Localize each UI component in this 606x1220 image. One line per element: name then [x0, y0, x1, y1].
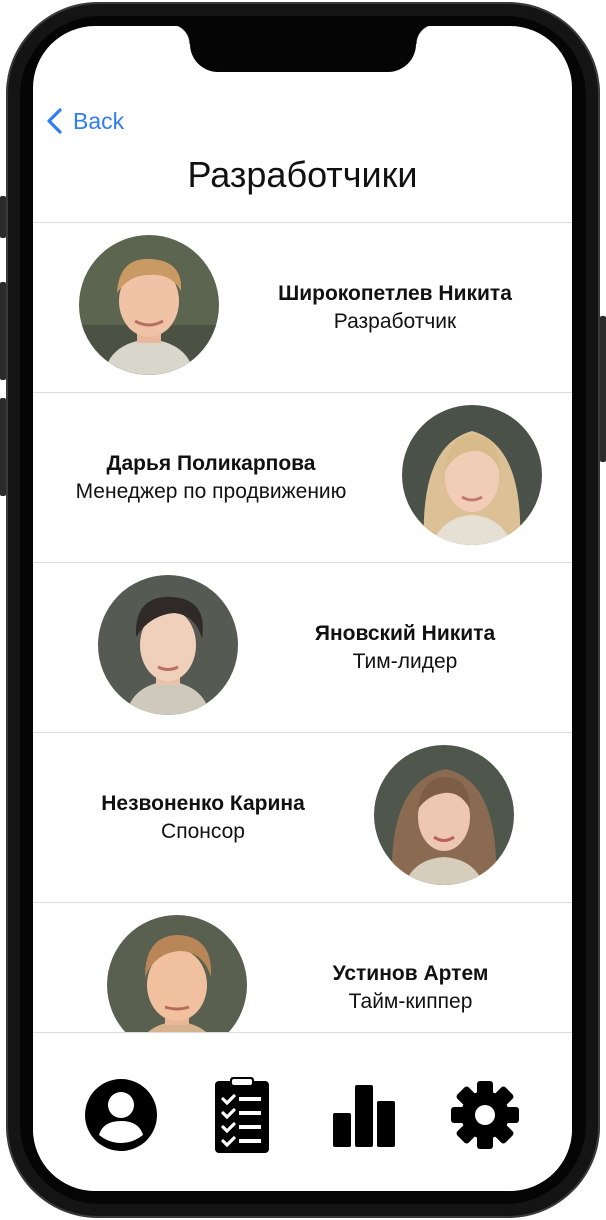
- developer-info: Дарья Поликарпова Менеджер по продвижени…: [51, 393, 371, 562]
- developer-row[interactable]: Незвоненко Карина Спонсор: [33, 733, 572, 903]
- developer-name: Широкопетлев Никита: [278, 281, 512, 305]
- developer-role: Менеджер по продвижению: [75, 479, 347, 503]
- bar-chart-icon: [333, 1085, 395, 1147]
- side-button-volume-up: [0, 282, 6, 380]
- developer-role: Тайм-киппер: [348, 989, 473, 1013]
- tab-bar: [33, 1032, 572, 1191]
- back-button[interactable]: Back: [45, 106, 124, 136]
- developer-name: Устинов Артем: [332, 961, 489, 985]
- tab-statistics[interactable]: [323, 1075, 403, 1155]
- avatar: [107, 915, 247, 1033]
- developer-role: Тим-лидер: [352, 649, 458, 673]
- gear-icon: [451, 1081, 519, 1149]
- developer-info: Устинов Артем Тайм-киппер: [268, 903, 553, 1033]
- side-button-volume-down: [0, 398, 6, 496]
- developer-name: Яновский Никита: [314, 621, 496, 645]
- developer-role: Разработчик: [333, 309, 457, 333]
- developer-info: Яновский Никита Тим-лидер: [258, 563, 552, 732]
- avatar: [98, 575, 238, 715]
- avatar: [79, 235, 219, 375]
- page-title: Разработчики: [187, 154, 418, 195]
- tab-settings[interactable]: [445, 1075, 525, 1155]
- developer-info: Незвоненко Карина Спонсор: [63, 733, 343, 902]
- screen: Back Разработчики Широкопетлев Никита Ра…: [33, 26, 572, 1191]
- tab-tasks[interactable]: [202, 1075, 282, 1155]
- developer-info: Широкопетлев Никита Разработчик: [248, 223, 542, 392]
- avatar: [374, 745, 514, 885]
- avatar: [402, 405, 542, 545]
- clipboard-checklist-icon: [215, 1077, 269, 1153]
- developers-list[interactable]: Широкопетлев Никита Разработчик Дарья По…: [33, 222, 572, 1033]
- developer-row[interactable]: Яновский Никита Тим-лидер: [33, 563, 572, 733]
- developer-name: Незвоненко Карина: [101, 791, 305, 815]
- tab-profile[interactable]: [81, 1075, 161, 1155]
- back-label: Back: [73, 107, 125, 134]
- developer-row[interactable]: Дарья Поликарпова Менеджер по продвижени…: [33, 393, 572, 563]
- side-button-power: [600, 316, 606, 462]
- notch: [170, 26, 436, 72]
- profile-icon: [85, 1079, 157, 1151]
- side-button-silent: [0, 196, 6, 238]
- developer-name: Дарья Поликарпова: [106, 451, 316, 475]
- developer-row[interactable]: Устинов Артем Тайм-киппер: [33, 903, 572, 1033]
- chevron-left-icon: [47, 108, 62, 134]
- developer-row[interactable]: Широкопетлев Никита Разработчик: [33, 223, 572, 393]
- developer-role: Спонсор: [161, 819, 245, 843]
